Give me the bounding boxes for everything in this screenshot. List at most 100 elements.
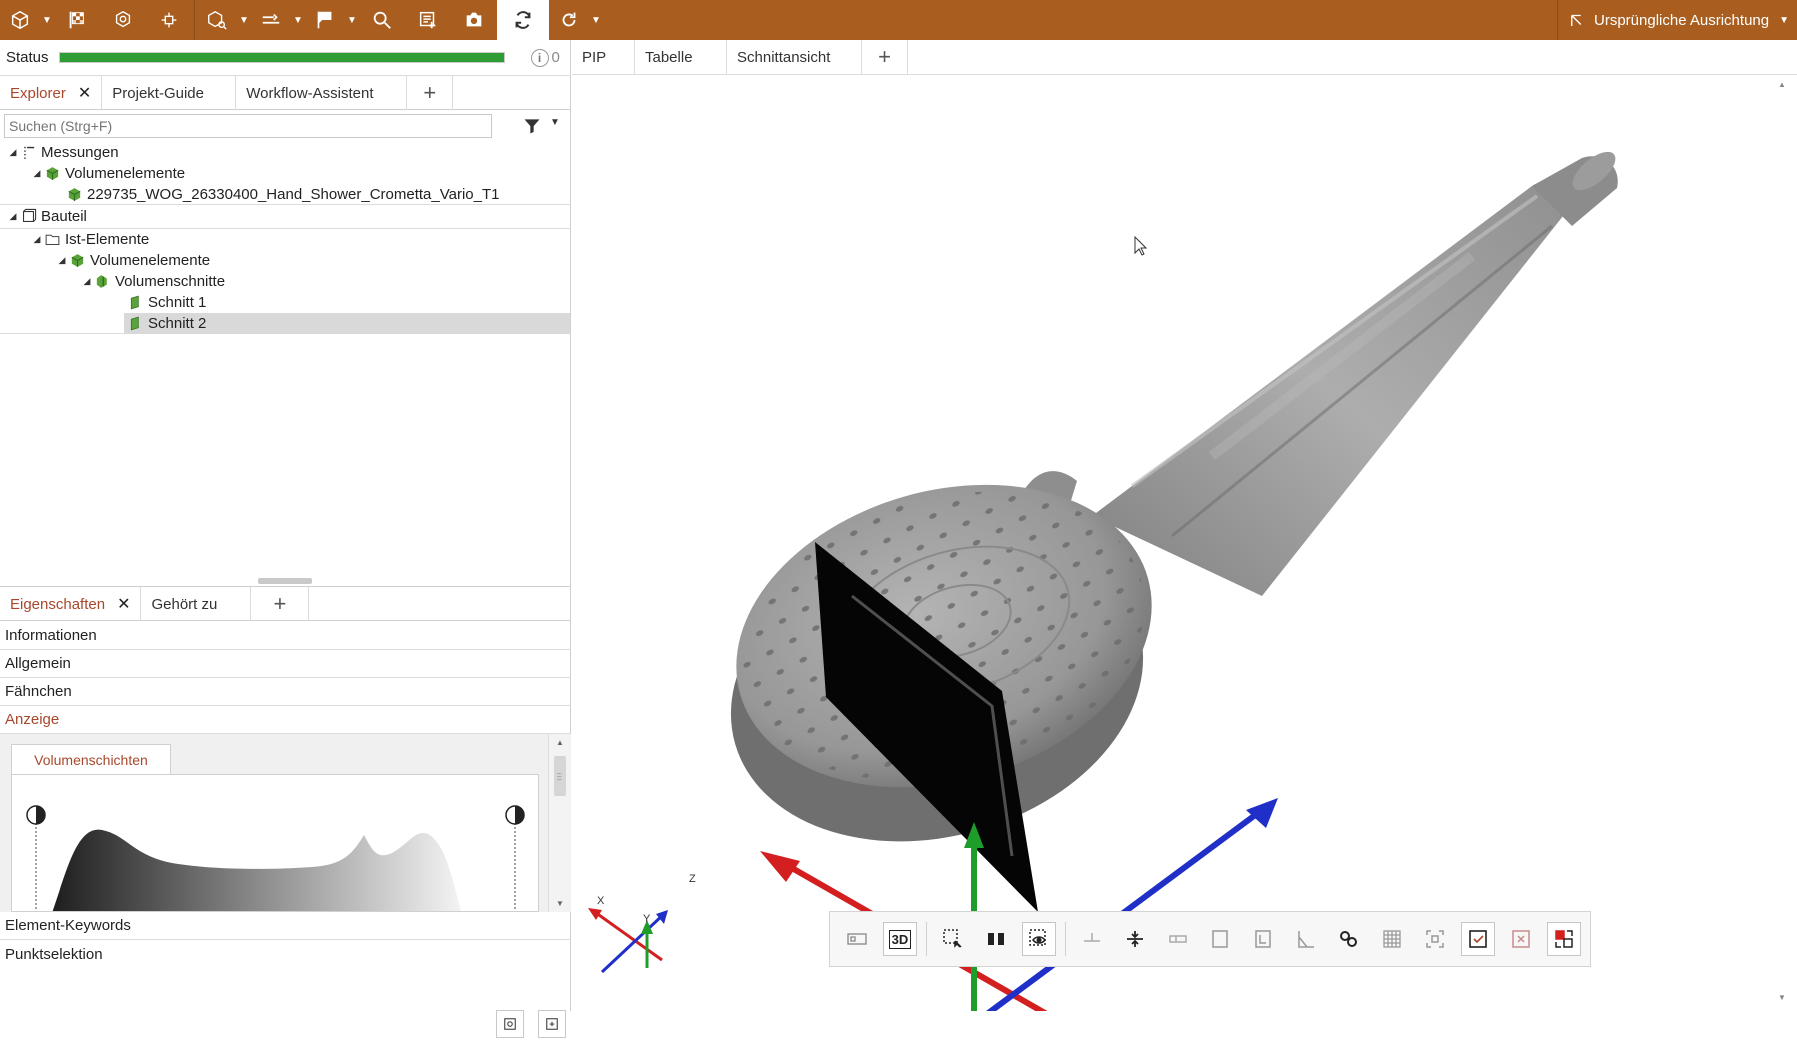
scroll-up-icon[interactable]: ▲ [549, 738, 571, 747]
scroll-down-icon[interactable]: ▼ [549, 899, 571, 908]
tab-explorer[interactable]: Explorer ✕ [0, 76, 103, 110]
tab-workflow-assistent[interactable]: Workflow-Assistent [236, 76, 408, 110]
tree-item-schnitt-1[interactable]: Schnitt 1 [0, 292, 760, 313]
info-icon: i [530, 48, 549, 67]
collapse-toggle-icon[interactable]: ◢ [80, 276, 94, 287]
component-icon[interactable] [146, 0, 192, 40]
add-view-tab-button[interactable]: + [862, 40, 908, 74]
flag-checker-icon[interactable] [54, 0, 100, 40]
collapse-toggle-icon[interactable]: ◢ [6, 147, 20, 158]
properties-export-button[interactable] [538, 1010, 566, 1038]
bracket-frame-icon[interactable] [1246, 922, 1280, 956]
chevron-down-icon: ▼ [1779, 14, 1789, 26]
search-input[interactable] [4, 114, 492, 138]
add-tab-button[interactable]: + [251, 587, 310, 621]
close-icon[interactable]: ✕ [78, 83, 91, 103]
tree-item-bauteil[interactable]: ◢ Bauteil [0, 205, 571, 229]
plane-move-icon[interactable] [1075, 922, 1109, 956]
3d-view-toggle[interactable]: 3D [882, 922, 917, 956]
properties-scrollbar[interactable]: ▲ – – – ▼ [548, 734, 570, 912]
split-view-icon[interactable] [979, 922, 1013, 956]
orientation-dropdown[interactable]: Ursprüngliche Ausrichtung ▼ [1557, 0, 1797, 40]
cube-menu-icon[interactable] [0, 0, 40, 40]
section-allgemein[interactable]: Allgemein [0, 650, 571, 678]
part-settings-icon[interactable] [100, 0, 146, 40]
settings-page-icon [504, 1018, 516, 1030]
angle-measure-icon[interactable] [1289, 922, 1323, 956]
refresh-dropdown-icon[interactable]: ▼ [589, 0, 603, 40]
3d-scene[interactable]: X Y Z [572, 76, 1797, 1011]
toolbar-separator [1064, 922, 1066, 956]
tree-item-volumenelemente[interactable]: ◢ Volumenelemente [0, 163, 571, 184]
remove-report-icon[interactable] [1504, 922, 1538, 956]
tree-label: Bauteil [41, 208, 87, 225]
report-page-icon[interactable] [405, 0, 451, 40]
tab-gehoert-zu[interactable]: Gehört zu [141, 587, 252, 621]
section-plane-icon [130, 316, 139, 330]
tree-item-messungen[interactable]: ◢ Messungen [0, 141, 571, 163]
volume-select-icon[interactable] [197, 0, 237, 40]
section-anzeige[interactable]: Anzeige [0, 706, 571, 734]
refresh-icon[interactable] [549, 0, 589, 40]
explorer-tab-bar: Explorer ✕ Projekt-Guide Workflow-Assist… [0, 76, 571, 110]
tree-item-volumenelemente-2[interactable]: ◢ Volumenelemente [0, 250, 571, 271]
tree-item-ist-elemente[interactable]: ◢ Ist-Elemente [0, 229, 571, 250]
volume-select-dropdown-icon[interactable]: ▼ [237, 0, 251, 40]
annotation-flag-icon[interactable] [305, 0, 345, 40]
export-page-icon [546, 1018, 558, 1030]
selection-pointer-icon[interactable] [936, 922, 970, 956]
section-faehnchen[interactable]: Fähnchen [0, 678, 571, 706]
section-informationen[interactable]: Informationen [0, 622, 571, 650]
high-threshold-handle[interactable] [505, 805, 525, 825]
low-threshold-handle[interactable] [26, 805, 46, 825]
alignment-dropdown-icon[interactable]: ▼ [291, 0, 305, 40]
checked-report-icon[interactable] [1461, 922, 1496, 956]
tab-volumenschichten[interactable]: Volumenschichten [11, 744, 171, 774]
tab-tabelle[interactable]: Tabelle [635, 40, 727, 74]
mouse-cursor-icon [1134, 236, 1148, 256]
histogram-transfer-function[interactable] [11, 774, 539, 912]
link-circles-icon[interactable] [1332, 922, 1366, 956]
filter-dropdown-icon[interactable]: ▼ [550, 117, 560, 128]
layout-arrange-icon[interactable] [1547, 922, 1581, 956]
recalculate-icon[interactable] [497, 0, 549, 40]
tab-projekt-guide[interactable]: Projekt-Guide [102, 76, 237, 110]
section-punktselektion[interactable]: Punktselektion [0, 940, 571, 968]
tree-item-dataset[interactable]: 229735_WOG_26330400_Hand_Shower_Crometta… [0, 184, 1053, 205]
properties-settings-button[interactable] [496, 1010, 524, 1038]
tree-item-volumenschnitte[interactable]: ◢ Volumenschnitte [0, 271, 571, 292]
histogram-curve [52, 829, 462, 911]
camera-snapshot-icon[interactable] [451, 0, 497, 40]
add-tab-button[interactable]: + [407, 76, 454, 110]
section-element-keywords[interactable]: Element-Keywords [0, 912, 571, 940]
properties-tab-bar: Eigenschaften ✕ Gehört zu + [0, 587, 571, 621]
plane-cut-icon[interactable] [1118, 922, 1152, 956]
collapse-toggle-icon[interactable]: ◢ [30, 168, 44, 179]
collapse-toggle-icon[interactable]: ◢ [30, 234, 44, 245]
grid-selection-icon[interactable] [1375, 922, 1409, 956]
close-icon[interactable]: ✕ [117, 594, 130, 614]
explorer-tree: ◢ Messungen ◢ Volumenelemente 229735_WOG… [0, 141, 1053, 334]
annotation-dropdown-icon[interactable]: ▼ [345, 0, 359, 40]
tab-schnittansicht[interactable]: Schnittansicht [727, 40, 862, 74]
tree-label: Ist-Elemente [65, 231, 150, 248]
3d-view-panel: PIP Tabelle Schnittansicht + ▲ ▼ X Y Z 3… [572, 40, 1797, 1011]
zoom-search-icon[interactable] [359, 0, 405, 40]
properties-footer [0, 1002, 571, 1042]
alignment-icon[interactable] [251, 0, 291, 40]
tree-item-schnitt-2[interactable]: Schnitt 2 [0, 313, 760, 334]
tab-pip[interactable]: PIP [572, 40, 635, 74]
view-visibility-icon[interactable] [1021, 922, 1056, 956]
axis-label-x: X [597, 895, 605, 907]
view-mode-icon[interactable] [840, 922, 874, 956]
panel-splitter-handle[interactable] [258, 578, 312, 584]
tab-eigenschaften[interactable]: Eigenschaften ✕ [0, 587, 142, 621]
cube-menu-dropdown-icon[interactable]: ▼ [40, 0, 54, 40]
collapse-toggle-icon[interactable]: ◢ [55, 255, 69, 266]
fit-to-view-icon[interactable] [1418, 922, 1452, 956]
filter-icon[interactable] [522, 116, 542, 136]
collapse-toggle-icon[interactable]: ◢ [6, 211, 20, 222]
frame-icon[interactable] [1204, 922, 1238, 956]
info-counter[interactable]: i 0 [530, 48, 560, 67]
section-slider-icon[interactable] [1161, 922, 1195, 956]
